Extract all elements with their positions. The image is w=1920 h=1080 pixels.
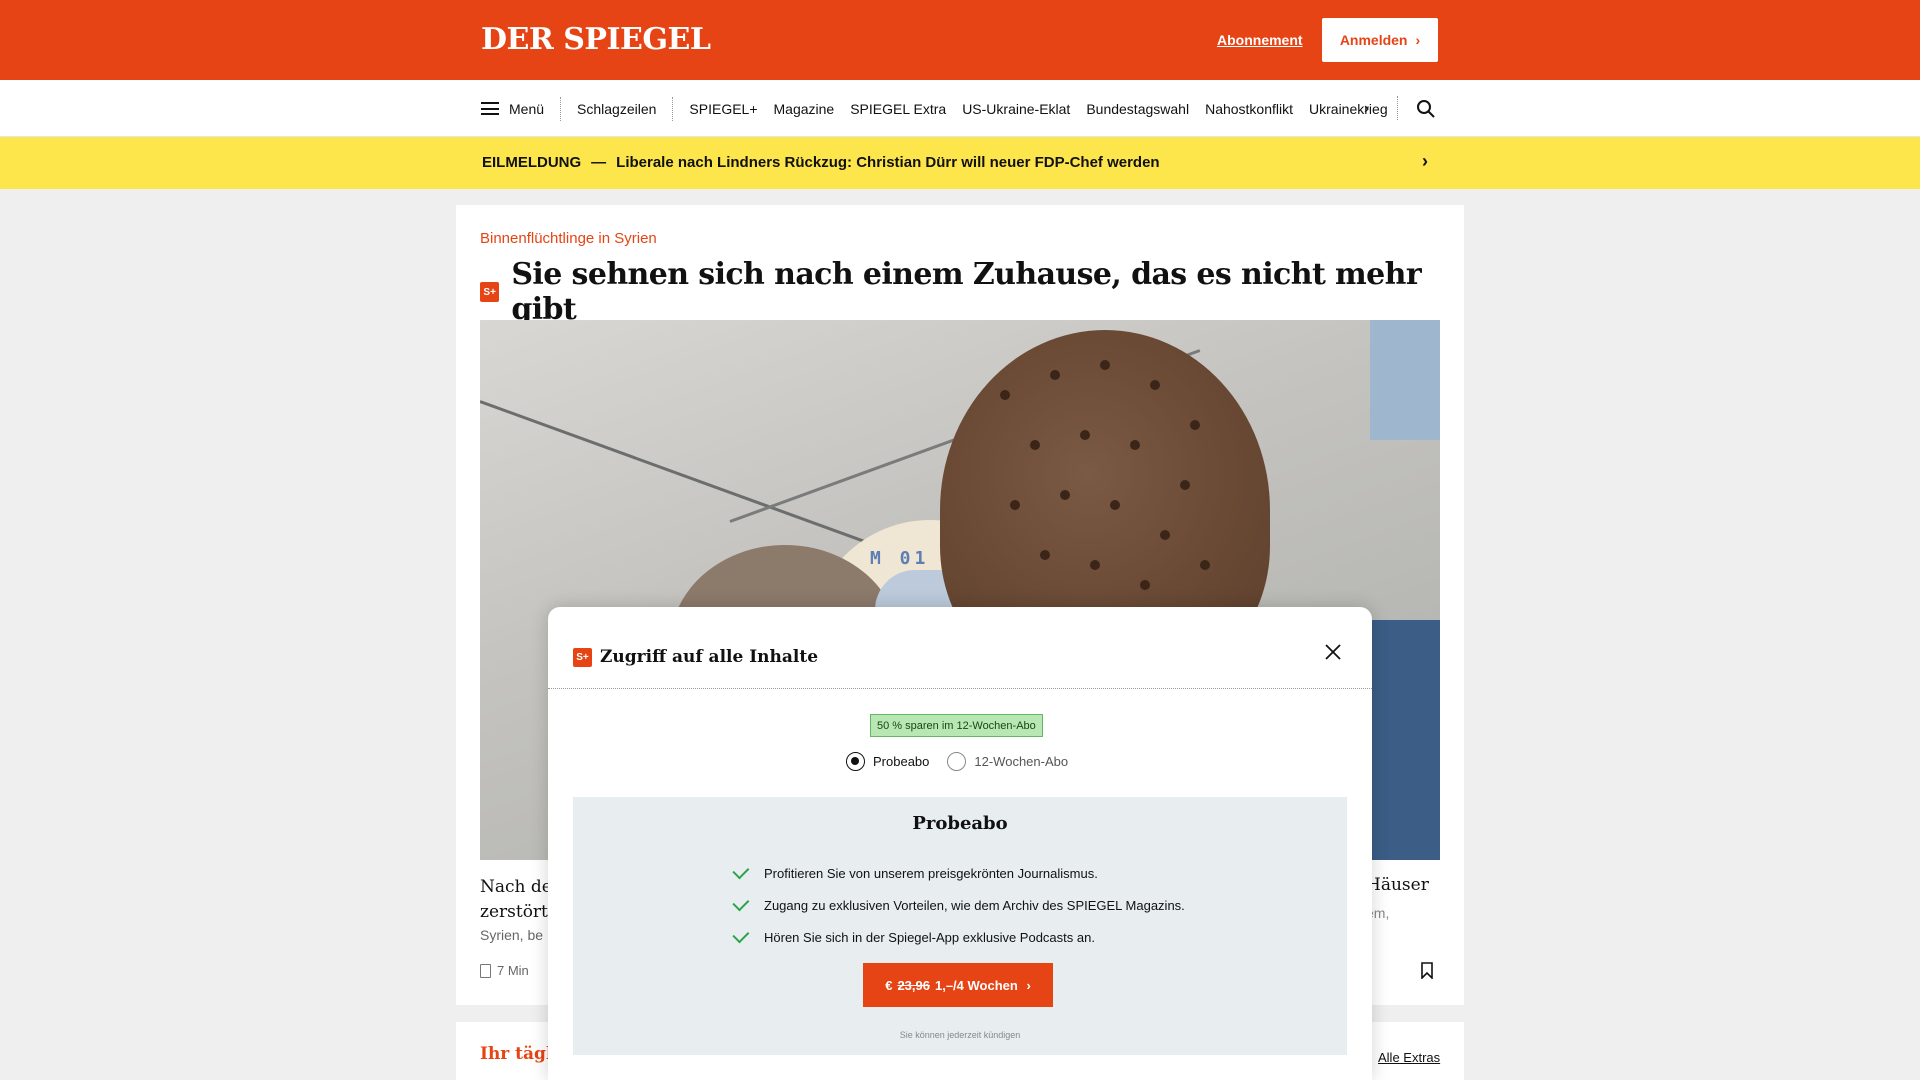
subscription-link[interactable]: Abonnement [1217,32,1303,48]
search-icon[interactable] [1416,99,1436,119]
login-button-label: Anmelden [1339,32,1408,48]
document-icon [480,963,491,978]
check-icon [732,926,750,944]
teaser-left-meta: Syrien, be [480,927,544,943]
feature-item: Hören Sie sich in der Spiegel-App exklus… [732,921,1185,953]
cta-currency: € [885,977,893,993]
main-navigation: Menü Schlagzeilen SPIEGEL+ Magazine SPIE… [0,80,1920,137]
nav-item-ukrainekrieg[interactable]: Ukrainekrieg [1309,101,1388,117]
photo-sky [1370,320,1440,440]
breaking-news-bar[interactable]: EILMELDUNG — Liberale nach Lindners Rück… [0,137,1920,189]
spiegel-logo[interactable]: DER SPIEGEL [481,22,711,57]
article-kicker[interactable]: Binnenflüchtlinge in Syrien [480,230,657,247]
cta-old-price: 23,96 [897,977,930,993]
radio-button-selected[interactable] [846,752,865,771]
menu-label: Menü [509,100,545,117]
offer-box: Probeabo Profitieren Sie von unserem pre… [573,797,1347,1055]
subscribe-button[interactable]: € 23,96 1,–/4 Wochen › [863,963,1053,1007]
all-extras-link[interactable]: Alle Extras [1378,1050,1440,1065]
read-time: 7 Min [480,963,529,978]
teaser-line: zerstört [480,902,548,922]
chevron-right-icon: › [1022,977,1031,993]
read-time-label: 7 Min [497,963,529,978]
plan-selector: Probeabo 12-Wochen-Abo [846,752,1068,771]
menu-button[interactable]: Menü [481,101,560,117]
nav-divider [672,96,674,121]
nav-item-schlagzeilen[interactable]: Schlagzeilen [577,101,656,117]
login-button[interactable]: Anmelden › [1322,18,1438,62]
photo-sign: M 01 [870,548,930,569]
breaking-headline[interactable]: Liberale nach Lindners Rückzug: Christia… [616,154,1159,171]
nav-item-spiegel-plus[interactable]: SPIEGEL+ [689,101,757,117]
nav-item-magazine[interactable]: Magazine [774,101,835,117]
breaking-dash: — [591,154,607,171]
feature-list: Profitieren Sie von unserem preisgekrönt… [732,857,1185,953]
nav-item-us-ukraine-eklat[interactable]: US-Ukraine-Eklat [962,101,1070,117]
feature-text: Profitieren Sie von unserem preisgekrönt… [764,865,1098,881]
article-teaser-left[interactable]: Nach der zerstört [480,875,550,925]
modal-header: S+ Zugriff auf alle Inhalte [573,647,818,667]
hamburger-icon [481,102,499,115]
headline-text: Sie sehnen sich nach einem Zuhause, das … [511,257,1422,327]
chevron-right-icon[interactable]: › [1364,100,1369,118]
feature-text: Zugang zu exklusiven Vorteilen, wie dem … [764,897,1185,913]
radio-probeabo[interactable]: Probeabo [846,752,929,771]
teaser-line: Nach der [480,877,550,897]
modal-title: Zugriff auf alle Inhalte [600,647,819,667]
radio-button[interactable] [947,752,967,771]
radio-12-wochen-abo[interactable]: 12-Wochen-Abo [947,752,1068,771]
article-headline[interactable]: S+ Sie sehnen sich nach einem Zuhause, d… [480,257,1464,327]
article-teaser-right[interactable]: Häuser [1366,875,1429,895]
offer-title: Probeabo [912,813,1008,834]
feature-text: Hören Sie sich in der Spiegel-App exklus… [764,929,1095,945]
cancel-note: Sie können jederzeit kündigen [899,1030,1021,1040]
site-header: DER SPIEGEL Abonnement Anmelden › [0,0,1920,80]
radio-label: 12-Wochen-Abo [974,754,1069,769]
chevron-right-icon: › [1415,32,1421,48]
cta-new-price: 1,–/4 Wochen [934,977,1018,993]
check-icon [732,894,750,912]
paywall-modal: S+ Zugriff auf alle Inhalte 50 % sparen … [548,607,1372,1080]
spiegel-plus-icon: S+ [573,647,592,667]
nav-divider [1397,96,1398,120]
nav-item-nahostkonflikt[interactable]: Nahostkonflikt [1205,101,1293,117]
breaking-label: EILMELDUNG [482,154,582,171]
feature-item: Profitieren Sie von unserem preisgekrönt… [732,857,1185,889]
close-icon[interactable] [1324,643,1342,661]
spiegel-plus-icon: S+ [480,282,500,302]
chevron-right-icon[interactable]: › [1422,151,1428,172]
radio-label: Probeabo [873,754,930,769]
nav-divider [560,96,562,121]
feature-item: Zugang zu exklusiven Vorteilen, wie dem … [732,889,1185,921]
check-icon [732,862,750,880]
bookmark-icon[interactable] [1421,962,1433,979]
nav-item-bundestagswahl[interactable]: Bundestagswahl [1086,101,1189,117]
nav-item-spiegel-extra[interactable]: SPIEGEL Extra [850,101,946,117]
savings-badge: 50 % sparen im 12-Wochen-Abo [870,714,1043,737]
modal-divider [548,688,1372,689]
